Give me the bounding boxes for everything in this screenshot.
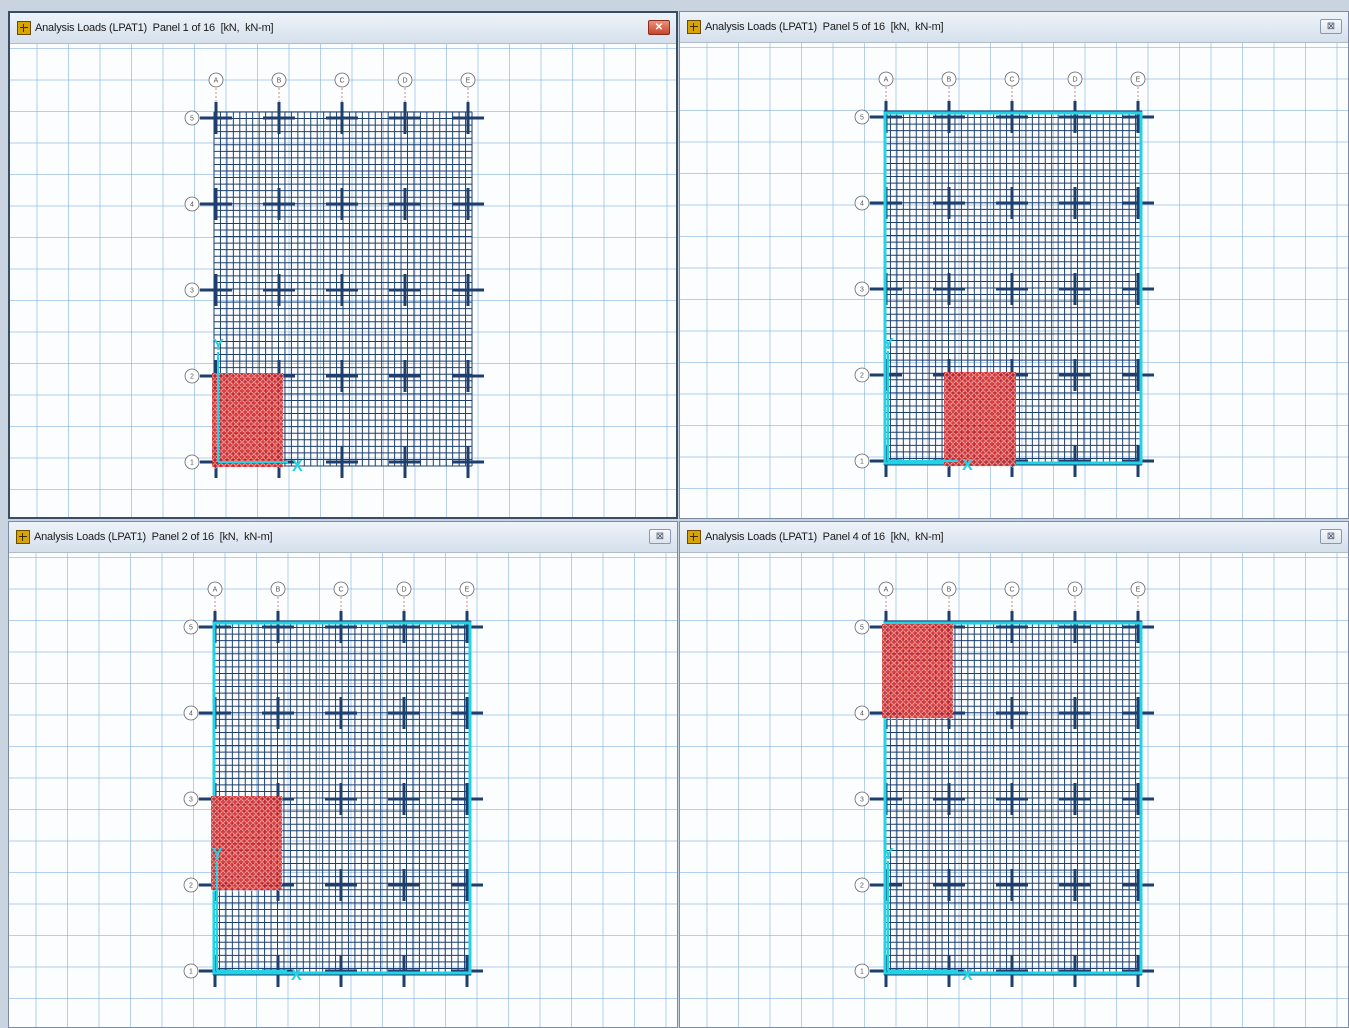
grid-bubble-label: A [213,587,218,594]
plan-view-drawing[interactable]: A B C D E 1 2 3 4 5 X Y [680,43,1349,519]
grid-bubble-label: 3 [189,797,193,804]
close-button[interactable]: ⊠ [1320,19,1342,34]
plan-view-drawing[interactable]: A B C D E 1 2 3 4 5 X Y [680,553,1349,1028]
panel-window-5[interactable]: Analysis Loads (LPAT1) Panel 5 of 16 [kN… [679,11,1349,519]
grid-bubble-label: A [884,77,889,84]
grid-bubble-label: 2 [189,883,193,890]
grid-bubble-label: C [338,587,343,594]
grid-bubble-label: 4 [860,201,864,208]
y-axis-label: Y [212,846,223,863]
grid-bubble-label: 3 [190,288,194,295]
grid-bubble-label: 5 [189,625,193,632]
grid-bubble-label: 4 [190,202,194,209]
y-axis-label: Y [883,846,894,863]
plan-view-drawing[interactable]: A B C D E 1 2 3 4 5 X Y [10,44,678,519]
panel-window-1[interactable]: Analysis Loads (LPAT1) Panel 1 of 16 [kN… [8,11,678,519]
grid-bubble-label: B [947,587,952,594]
load-region [944,372,1016,468]
panel-title: Analysis Loads (LPAT1) Panel 1 of 16 [kN… [35,22,274,34]
panel-title: Analysis Loads (LPAT1) Panel 5 of 16 [kN… [705,21,944,33]
x-axis-label: X [292,458,303,475]
grid-bubble-label: 1 [190,460,194,467]
grid-bubble-label: 4 [860,711,864,718]
app-icon [687,530,701,544]
grid-bubble-label: 5 [860,115,864,122]
plan-view-canvas[interactable]: A B C D E 1 2 3 4 5 X Y [680,553,1348,1027]
grid-bubble-label: B [276,587,281,594]
grid-bubble-label: 3 [860,287,864,294]
x-axis-label: X [291,967,302,984]
grid-bubble-label: D [402,78,407,85]
plan-view-canvas[interactable]: A B C D E 1 2 3 4 5 X Y [9,553,677,1027]
grid-bubble-label: 1 [189,969,193,976]
grid-bubble-label: A [884,587,889,594]
grid-bubble-label: E [1136,77,1141,84]
grid-bubble-label: C [1009,77,1014,84]
panel-window-4[interactable]: Analysis Loads (LPAT1) Panel 4 of 16 [kN… [679,521,1349,1028]
close-button[interactable]: ⊠ [1320,529,1342,544]
grid-bubble-label: B [277,78,282,85]
panel-window-2[interactable]: Analysis Loads (LPAT1) Panel 2 of 16 [kN… [8,521,678,1028]
grid-bubble-label: C [339,78,344,85]
plan-view-canvas[interactable]: A B C D E 1 2 3 4 5 X Y [10,44,676,517]
grid-bubble-label: C [1009,587,1014,594]
grid-bubble-label: E [466,78,471,85]
panel-titlebar[interactable]: Analysis Loads (LPAT1) Panel 4 of 16 [kN… [680,522,1348,553]
app-icon [17,21,31,35]
x-axis-label: X [962,457,973,474]
grid-bubble-label: A [214,78,219,85]
app-icon [687,20,701,34]
grid-bubble-label: 4 [189,711,193,718]
grid-bubble-label: 1 [860,969,864,976]
grid-bubble-label: 5 [190,116,194,123]
close-button[interactable]: ⊠ [649,529,671,544]
grid-bubble-label: 5 [860,625,864,632]
load-region [211,796,283,892]
y-axis-label: Y [213,337,224,354]
grid-bubble-label: 1 [860,459,864,466]
grid-bubble-label: E [1136,587,1141,594]
grid-bubble-label: 2 [860,373,864,380]
grid-bubble-label: D [1072,77,1077,84]
panel-titlebar[interactable]: Analysis Loads (LPAT1) Panel 5 of 16 [kN… [680,12,1348,43]
grid-bubble-label: E [465,587,470,594]
panel-titlebar[interactable]: Analysis Loads (LPAT1) Panel 1 of 16 [kN… [10,13,676,44]
panel-titlebar[interactable]: Analysis Loads (LPAT1) Panel 2 of 16 [kN… [9,522,677,553]
plan-view-drawing[interactable]: A B C D E 1 2 3 4 5 X Y [9,553,678,1028]
panel-title: Analysis Loads (LPAT1) Panel 2 of 16 [kN… [34,531,273,543]
grid-bubble-label: 2 [190,374,194,381]
load-region [882,624,954,720]
plan-view-canvas[interactable]: A B C D E 1 2 3 4 5 X Y [680,43,1348,518]
grid-bubble-label: D [401,587,406,594]
grid-bubble-label: D [1072,587,1077,594]
grid-bubble-label: B [947,77,952,84]
y-axis-label: Y [883,336,894,353]
panel-title: Analysis Loads (LPAT1) Panel 4 of 16 [kN… [705,531,944,543]
app-icon [16,530,30,544]
load-region [212,373,284,469]
grid-bubble-label: 3 [860,797,864,804]
grid-bubble-label: 2 [860,883,864,890]
x-axis-label: X [962,967,973,984]
close-button[interactable]: ✕ [648,20,670,35]
